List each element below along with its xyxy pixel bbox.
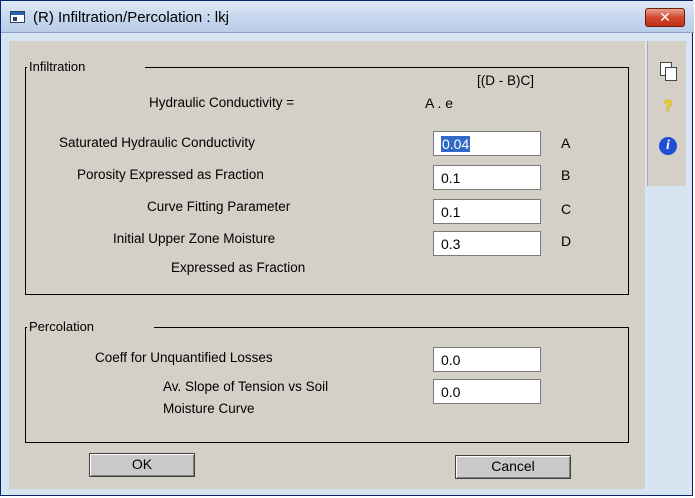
percolation-group-title: Percolation — [27, 319, 155, 334]
dialog-body: Infiltration [(D - B)C] Hydraulic Conduc… — [9, 41, 645, 489]
unquantified-losses-label: Coeff for Unquantified Losses — [95, 350, 273, 365]
letter-b: B — [561, 167, 571, 183]
ok-button[interactable]: OK — [89, 453, 195, 477]
cancel-button[interactable]: Cancel — [455, 455, 571, 479]
letter-a: A — [561, 135, 571, 151]
initial-moisture-field[interactable]: 0.3 — [433, 231, 541, 256]
letter-d: D — [561, 233, 572, 249]
dialog-window: (R) Infiltration/Percolation : lkj ✕ Inf… — [0, 0, 694, 496]
formula-rhs: A . e — [425, 95, 454, 111]
curve-fitting-label: Curve Fitting Parameter — [147, 199, 291, 214]
tension-slope-label-line2: Moisture Curve — [163, 401, 255, 416]
initial-moisture-label-line2: Expressed as Fraction — [171, 260, 306, 275]
saturated-conductivity-field[interactable]: 0.04 — [433, 131, 541, 156]
help-icon[interactable]: ? — [658, 97, 678, 117]
unquantified-losses-field[interactable]: 0.0 — [433, 347, 541, 372]
copy-icon[interactable] — [658, 61, 678, 81]
infiltration-group-title: Infiltration — [27, 59, 146, 74]
porosity-field[interactable]: 0.1 — [433, 165, 541, 190]
title-bar[interactable]: (R) Infiltration/Percolation : lkj ✕ — [1, 1, 694, 33]
tension-slope-label: Av. Slope of Tension vs Soil — [163, 379, 329, 394]
side-toolbar: ? i — [647, 41, 686, 186]
info-icon[interactable]: i — [659, 137, 677, 155]
tension-slope-field[interactable]: 0.0 — [433, 379, 541, 404]
porosity-label: Porosity Expressed as Fraction — [77, 167, 264, 182]
app-window-icon — [10, 11, 25, 23]
window-title: (R) Infiltration/Percolation : lkj — [33, 9, 229, 26]
saturated-conductivity-label: Saturated Hydraulic Conductivity — [59, 135, 255, 150]
formula-exponent: [(D - B)C] — [477, 73, 534, 88]
close-button[interactable]: ✕ — [645, 8, 685, 27]
letter-c: C — [561, 201, 572, 217]
initial-moisture-label: Initial Upper Zone Moisture — [113, 231, 276, 246]
curve-fitting-field[interactable]: 0.1 — [433, 199, 541, 224]
formula-lhs: Hydraulic Conductivity = — [149, 95, 295, 110]
